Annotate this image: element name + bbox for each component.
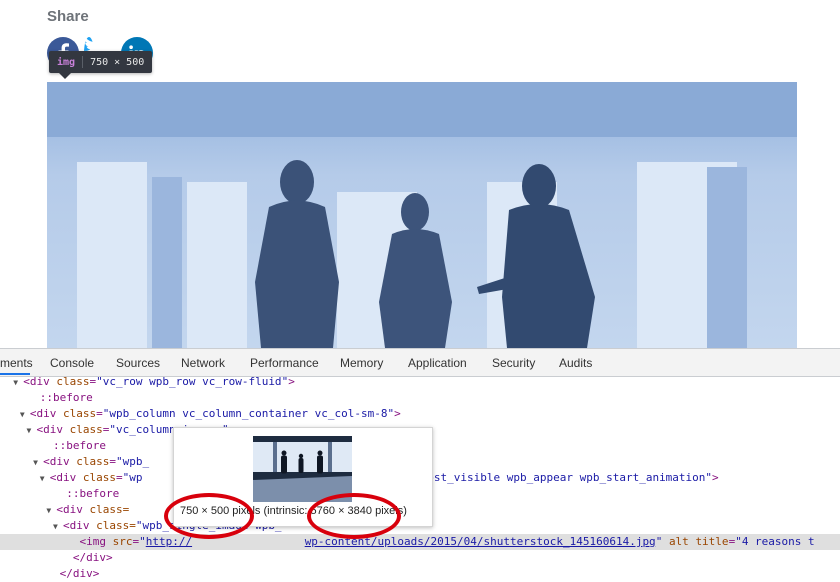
element-inspect-tooltip: img 750 × 500 [49, 51, 153, 73]
tooltip-tag-name: img [57, 56, 76, 68]
tab-audits[interactable]: Audits [559, 356, 592, 370]
dom-node[interactable]: </div> [0, 566, 840, 582]
business-people-photo [47, 82, 797, 348]
rendered-size-highlight [164, 493, 254, 539]
dom-node[interactable]: ▼ <div class="wpb_column vc_column_contai… [0, 406, 840, 422]
web-page: Share img 750 × 500 [0, 0, 840, 348]
dom-node[interactable]: </div> [0, 550, 840, 566]
tab-elements[interactable]: ments [0, 356, 33, 370]
thumbnail-photo [253, 436, 352, 502]
tab-security[interactable]: Security [492, 356, 535, 370]
tab-console[interactable]: Console [50, 356, 94, 370]
tooltip-arrow [59, 73, 71, 79]
selected-dom-node[interactable]: <img src="http:// wp-content/uploads/201… [0, 534, 840, 550]
tab-performance[interactable]: Performance [250, 356, 319, 370]
tooltip-divider [82, 56, 84, 68]
devtools-tab-bar: ments Console Sources Network Performanc… [0, 349, 840, 377]
preview-thumbnail [253, 436, 352, 502]
share-heading: Share [47, 8, 89, 25]
tab-application[interactable]: Application [408, 356, 467, 370]
dom-node[interactable]: ::before [0, 390, 840, 406]
tab-network[interactable]: Network [181, 356, 225, 370]
dom-node[interactable]: ▼ <div class="vc_row wpb_row vc_row-fluid… [0, 374, 840, 390]
hero-image [47, 82, 797, 348]
intrinsic-size-highlight [307, 493, 401, 539]
tooltip-size: 750 × 500 [90, 56, 145, 68]
tab-memory[interactable]: Memory [340, 356, 383, 370]
img-src-link[interactable]: http:// [146, 535, 192, 548]
tab-sources[interactable]: Sources [116, 356, 160, 370]
